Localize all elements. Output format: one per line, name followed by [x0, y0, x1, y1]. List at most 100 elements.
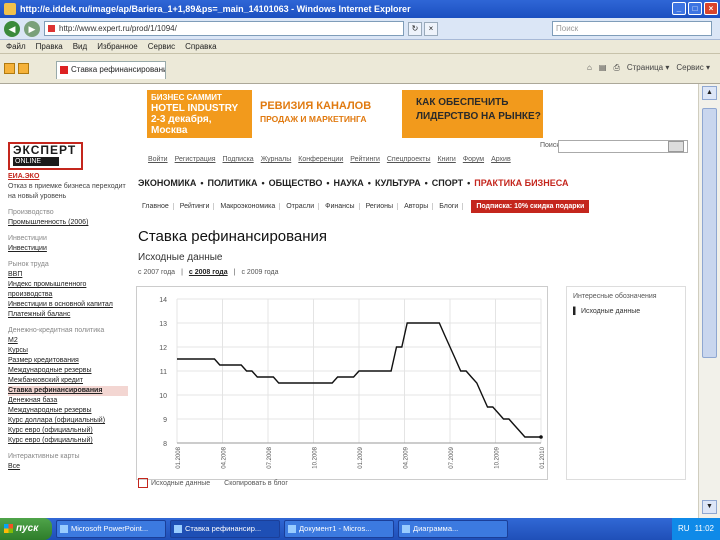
series-toggle[interactable]: Исходные данные: [573, 308, 679, 315]
sidebar-link[interactable]: Курс евро (официальный): [8, 436, 128, 446]
source-data-link[interactable]: Исходные данные: [138, 478, 210, 488]
x-tick-label: 01.2009: [358, 446, 364, 468]
toplink[interactable]: Регистрация: [175, 156, 216, 163]
expert-logo[interactable]: ЭКСПЕРТ ONLINE: [8, 142, 83, 170]
copy-to-blog-link[interactable]: Скопировать в блог: [224, 480, 288, 487]
site-search-button[interactable]: [668, 141, 684, 152]
subnav-item[interactable]: Финансы: [321, 202, 360, 210]
period-option[interactable]: с 2009 года: [241, 269, 278, 276]
language-indicator[interactable]: RU: [678, 518, 690, 540]
scroll-thumb[interactable]: [702, 108, 717, 358]
banner-leadership-line2: ЛИДЕРСТВО НА РЫНКЕ?: [416, 111, 541, 122]
sidebar-link[interactable]: ВВП: [8, 270, 128, 280]
sidebar-link[interactable]: Международные резервы: [8, 406, 128, 416]
add-favorite-icon[interactable]: [18, 63, 29, 74]
nav-sep: •: [326, 178, 330, 188]
subscription-promo-button[interactable]: Подписка: 10% скидка подарки: [471, 199, 590, 213]
subnav-item[interactable]: Регионы: [362, 202, 399, 210]
toplink[interactable]: Архив: [491, 156, 511, 163]
home-icon[interactable]: ⌂: [587, 63, 592, 73]
toplink[interactable]: Форум: [463, 156, 484, 163]
menu-tools[interactable]: Сервис: [148, 40, 175, 53]
nav-economy[interactable]: ЭКОНОМИКА: [138, 178, 196, 188]
taskbar-item[interactable]: Microsoft PowerPoint...: [56, 520, 166, 538]
sidebar-promo-link[interactable]: ЕИА.ЭКО: [8, 172, 128, 182]
minimize-button[interactable]: _: [672, 2, 686, 15]
nav-business-practice[interactable]: ПРАКТИКА БИЗНЕСА: [474, 178, 568, 188]
sidebar-link[interactable]: Курс евро (официальный): [8, 426, 128, 436]
sidebar-link[interactable]: Курсы: [8, 346, 128, 356]
banner-channels[interactable]: РЕВИЗИЯ КАНАЛОВ ПРОДАЖ И МАРКЕТИНГА: [252, 90, 402, 138]
sidebar-heading: Производство: [8, 209, 54, 216]
sidebar-link[interactable]: Курс доллара (официальный): [8, 416, 128, 426]
menu-favorites[interactable]: Избранное: [97, 40, 138, 53]
sidebar-link[interactable]: Промышленность (2006): [8, 218, 128, 228]
sidebar-link[interactable]: Платежный баланс: [8, 310, 128, 320]
logo-name: ЭКСПЕРТ: [13, 143, 77, 157]
menu-edit[interactable]: Правка: [36, 40, 63, 53]
period-option[interactable]: с 2007 года: [138, 269, 175, 276]
page-menu[interactable]: Страница ▾: [627, 63, 670, 73]
subnav-item[interactable]: Макроэкономика: [216, 202, 281, 210]
scroll-down-icon[interactable]: ▼: [702, 500, 717, 514]
scroll-up-icon[interactable]: ▲: [702, 86, 717, 100]
sidebar-link-active[interactable]: Ставка рефинансирования: [8, 386, 128, 396]
toplink[interactable]: Подписка: [223, 156, 254, 163]
sidebar-link[interactable]: Размер кредитования: [8, 356, 128, 366]
period-option-active[interactable]: с 2008 года: [189, 269, 228, 276]
start-button[interactable]: пуск: [0, 518, 52, 540]
sidebar-link[interactable]: Межбанковский кредит: [8, 376, 128, 386]
favorites-star-icon[interactable]: [4, 63, 15, 74]
sidebar-link[interactable]: Инвестиции в основной капитал: [8, 300, 128, 310]
checkbox-icon: [138, 478, 148, 488]
y-tick-label: 8: [163, 441, 167, 448]
banner-leadership[interactable]: КАК ОБЕСПЕЧИТЬ ЛИДЕРСТВО НА РЫНКЕ?: [402, 90, 543, 138]
feeds-icon[interactable]: ▤: [599, 63, 607, 73]
menu-file[interactable]: Файл: [6, 40, 26, 53]
toplink[interactable]: Журналы: [261, 156, 292, 163]
taskbar: пуск Microsoft PowerPoint... Ставка рефи…: [0, 518, 720, 540]
subnav-item[interactable]: Авторы: [400, 202, 434, 210]
close-button[interactable]: ×: [704, 2, 718, 15]
toplink[interactable]: Спецпроекты: [387, 156, 431, 163]
nav-politics[interactable]: ПОЛИТИКА: [208, 178, 258, 188]
taskbar-item[interactable]: Документ1 - Micros...: [284, 520, 394, 538]
taskbar-item[interactable]: Диаграмма...: [398, 520, 508, 538]
refresh-icon[interactable]: ↻: [408, 21, 422, 36]
url-field[interactable]: http://www.expert.ru/prod/1/1094/: [44, 21, 404, 36]
sidebar-link[interactable]: Международные резервы: [8, 366, 128, 376]
back-button[interactable]: ◀: [4, 20, 20, 37]
toplink[interactable]: Книги: [437, 156, 455, 163]
sidebar-link[interactable]: Денежная база: [8, 396, 128, 406]
subnav-item[interactable]: Блоги: [435, 202, 464, 210]
menu-view[interactable]: Вид: [73, 40, 87, 53]
browser-tab[interactable]: Ставка рефинансирования: [56, 61, 166, 79]
subnav-item[interactable]: Рейтинги: [176, 202, 215, 210]
nav-sport[interactable]: СПОРТ: [432, 178, 463, 188]
tools-menu[interactable]: Сервис ▾: [676, 63, 710, 73]
subnav-item[interactable]: Отрасли: [282, 202, 320, 210]
toplink[interactable]: Войти: [148, 156, 168, 163]
subnav-item[interactable]: Главное: [138, 202, 174, 210]
toplink[interactable]: Рейтинги: [350, 156, 380, 163]
page-subtitle: Исходные данные: [138, 252, 223, 263]
sidebar-link[interactable]: Индекс промышленного производства: [8, 280, 128, 300]
sidebar-link[interactable]: М2: [8, 336, 128, 346]
vertical-scrollbar[interactable]: ▲ ▼: [698, 84, 720, 518]
stop-icon[interactable]: ×: [424, 21, 438, 36]
maximize-button[interactable]: □: [688, 2, 702, 15]
forward-button[interactable]: ▶: [24, 20, 40, 37]
nav-science[interactable]: НАУКА: [334, 178, 364, 188]
menu-help[interactable]: Справка: [185, 40, 216, 53]
search-input[interactable]: Поиск: [552, 21, 712, 36]
print-icon[interactable]: ⎙: [613, 63, 619, 73]
toplink[interactable]: Конференции: [298, 156, 343, 163]
taskbar-item-active[interactable]: Ставка рефинансир...: [170, 520, 280, 538]
banner-leadership-line1: КАК ОБЕСПЕЧИТЬ: [416, 97, 509, 108]
sidebar-link[interactable]: Все: [8, 462, 128, 472]
nav-society[interactable]: ОБЩЕСТВО: [269, 178, 323, 188]
nav-culture[interactable]: КУЛЬТУРА: [375, 178, 421, 188]
banner-summit[interactable]: БИЗНЕС САММИТ HOTEL INDUSTRY 2-3 декабря…: [147, 90, 252, 138]
ad-banner[interactable]: БИЗНЕС САММИТ HOTEL INDUSTRY 2-3 декабря…: [147, 90, 543, 138]
sidebar-link[interactable]: Инвестиции: [8, 244, 128, 254]
